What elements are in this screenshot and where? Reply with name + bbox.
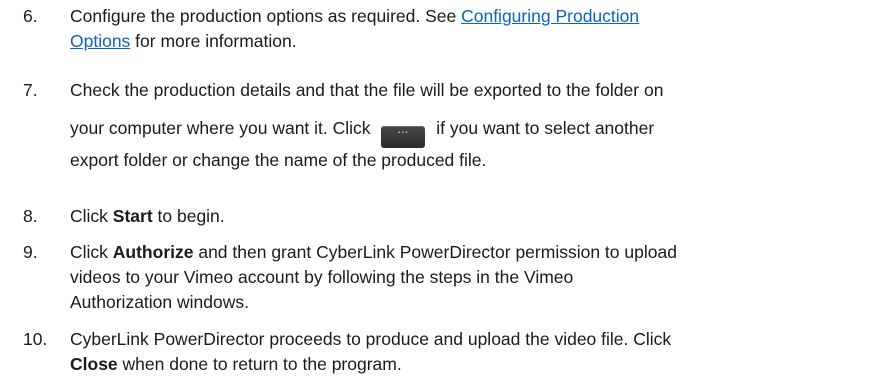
step-number: 6.: [23, 6, 38, 26]
step-text-segment: and then grant CyberLink PowerDirector p…: [193, 242, 677, 262]
browse-button[interactable]: …: [381, 123, 426, 148]
step-text-line: videos to your Vimeo account by followin…: [70, 267, 574, 287]
step-text-line: Check the production details and that th…: [70, 80, 664, 100]
step-number: 8.: [23, 206, 38, 226]
step-text-segment: Click: [70, 206, 113, 226]
authorize-label: Authorize: [112, 242, 194, 262]
step-text-line: CyberLink PowerDirector proceeds to prod…: [70, 329, 672, 349]
step-number: 7.: [23, 80, 38, 100]
step-text-segment: for more information.: [130, 31, 297, 51]
step-text: Click Authorize and then grant CyberLink…: [70, 240, 870, 315]
step-text-line: Click Authorize and then grant CyberLink…: [70, 240, 870, 265]
step-text-segment: to begin.: [152, 206, 225, 226]
step-text-line: export folder or change the name of the …: [70, 150, 487, 170]
document-page: 6. Configure the production options as r…: [0, 0, 883, 391]
close-label: Close: [70, 354, 118, 374]
configuring-production-options-link-continued[interactable]: Options: [70, 31, 130, 51]
ellipsis-icon: …: [397, 123, 410, 136]
step-text: Configure the production options as requ…: [70, 4, 870, 54]
step-text-segment: Click: [70, 242, 113, 262]
step-text-segment: your computer where you want it. Click: [70, 118, 376, 138]
step-text-line: Authorization windows.: [70, 292, 249, 312]
step-number: 9.: [23, 242, 38, 262]
step-text: Click Start to begin.: [70, 204, 870, 229]
step-text-segment: when done to return to the program.: [117, 354, 402, 374]
step-text-segment: Configure the production options as requ…: [70, 6, 462, 26]
start-label: Start: [112, 206, 153, 226]
step-text-line: Close when done to return to the program…: [70, 352, 870, 377]
step-text: Check the production details and that th…: [70, 78, 870, 173]
configuring-production-options-link[interactable]: Configuring Production: [461, 6, 639, 26]
step-text: CyberLink PowerDirector proceeds to prod…: [70, 327, 870, 377]
step-text-line: your computer where you want it. Click ……: [70, 116, 870, 148]
step-number: 10.: [23, 329, 48, 349]
step-text-segment: if you want to select another: [431, 118, 655, 138]
